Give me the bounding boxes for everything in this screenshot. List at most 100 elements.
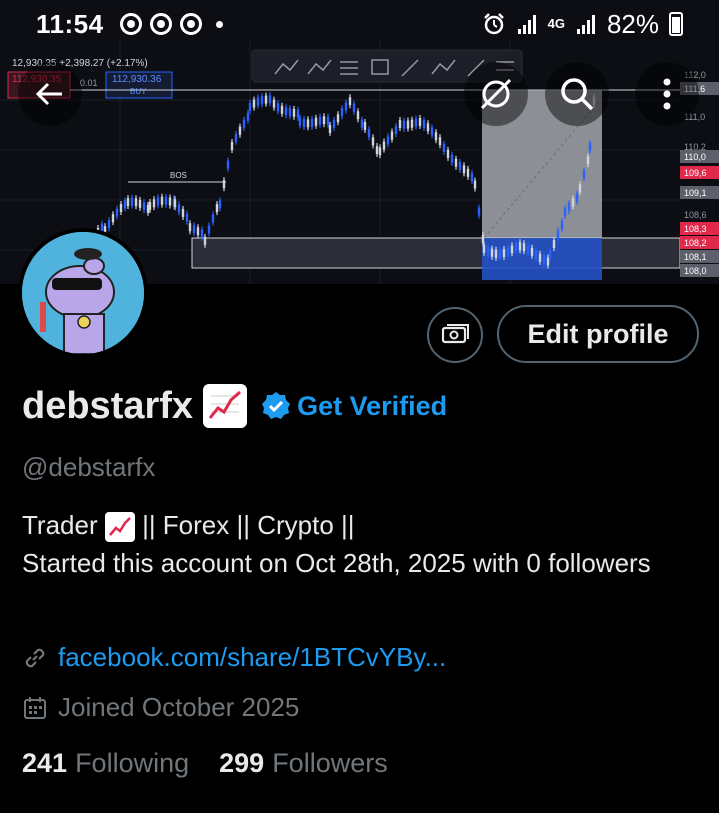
candle-body	[238, 126, 242, 135]
candle-body	[486, 246, 490, 255]
link-icon	[25, 648, 45, 667]
candle-body	[375, 146, 379, 155]
buy-label-text: BUY	[130, 87, 147, 96]
candle-body	[344, 102, 348, 111]
more-options-button[interactable]	[635, 62, 699, 126]
following-link[interactable]: 241 Following	[22, 748, 189, 779]
avatar[interactable]	[18, 228, 148, 358]
candle-body	[502, 249, 506, 258]
candle-body	[264, 95, 268, 104]
axis-tick-label: 109,6	[684, 168, 707, 178]
candle-body	[211, 214, 215, 223]
candle-body	[234, 133, 238, 142]
candle-body	[173, 199, 177, 208]
signal-icon	[576, 15, 595, 34]
get-verified-link[interactable]: Get Verified	[261, 391, 447, 422]
candle-body	[494, 249, 498, 258]
candle-body	[378, 147, 382, 156]
candle-body	[390, 131, 394, 140]
candle-body	[398, 119, 402, 128]
user-handle: @debstarfx	[22, 452, 156, 482]
candle-body	[567, 203, 571, 212]
candle-body	[542, 256, 546, 265]
candle-body	[458, 162, 462, 171]
candle-body	[348, 97, 352, 106]
candle-body	[314, 117, 318, 126]
follow-stats: 241 Following 299 Followers	[22, 748, 388, 779]
joined-row: Joined October 2025	[22, 692, 299, 723]
website-link[interactable]: facebook.com/share/1BTCvYBy...	[58, 642, 446, 673]
candle-body	[256, 97, 260, 106]
money-icon	[441, 324, 469, 344]
candle-body	[292, 108, 296, 117]
candle-body	[442, 143, 446, 152]
candle-body	[560, 220, 564, 229]
candle-body	[242, 119, 246, 128]
tip-button[interactable]	[427, 307, 483, 363]
candle-body	[226, 160, 230, 169]
bos-label: BOS	[170, 171, 187, 180]
candle-body	[410, 119, 414, 128]
bio: Trader || Forex || Crypto || Started thi…	[22, 506, 682, 582]
candle-body	[371, 137, 375, 146]
edit-profile-button[interactable]: Edit profile	[497, 305, 699, 363]
candle-body	[482, 244, 486, 253]
candle-body	[276, 103, 280, 112]
candle-body	[326, 116, 330, 125]
chrome-notification-icon	[149, 13, 172, 35]
spread-text: 0.01	[80, 78, 98, 88]
candle-body	[340, 108, 344, 117]
candle-body	[462, 165, 466, 174]
candle-body	[386, 136, 390, 145]
candle-body	[430, 127, 434, 136]
candle-body	[156, 197, 160, 206]
candle-body	[203, 236, 207, 245]
candle-body	[418, 117, 422, 126]
following-label: Following	[75, 748, 190, 778]
back-button[interactable]	[18, 62, 82, 126]
candle-body	[302, 118, 306, 127]
chart-emoji-icon	[203, 384, 248, 428]
candle-body	[473, 180, 477, 189]
candle-body	[123, 200, 127, 209]
candle-body	[522, 243, 526, 252]
network-type: 4G	[547, 16, 565, 31]
candle-body	[434, 132, 438, 141]
candle-body	[363, 122, 367, 131]
candle-body	[506, 247, 510, 256]
buy-price-text: 112,930.36	[112, 74, 162, 85]
candle-body	[526, 245, 530, 254]
candle-body	[514, 243, 518, 252]
chrome-notification-icon	[119, 13, 142, 35]
following-count: 241	[22, 748, 68, 778]
chrome-notification-icon	[179, 13, 202, 35]
candle-body	[382, 141, 386, 150]
candle-body	[126, 198, 130, 207]
candle-body	[322, 116, 326, 125]
candle-body	[181, 209, 185, 218]
candle-body	[107, 220, 111, 229]
candle-body	[538, 253, 542, 262]
candle-body	[406, 120, 410, 129]
website-row[interactable]: facebook.com/share/1BTCvYBy...	[22, 642, 446, 673]
candle-body	[310, 118, 314, 127]
back-arrow-icon	[35, 82, 62, 106]
candle-body	[518, 242, 522, 251]
grok-button[interactable]	[464, 62, 528, 126]
candle-body	[534, 250, 538, 259]
candle-body	[218, 200, 222, 209]
candle-body	[215, 204, 219, 213]
candle-body	[288, 108, 292, 117]
candle-body	[148, 201, 152, 210]
status-bar: 11:54 4G 82%	[0, 0, 719, 48]
candle-body	[252, 99, 256, 108]
candle-body	[222, 180, 226, 189]
candle-body	[188, 223, 192, 232]
joined-date: Joined October 2025	[58, 692, 300, 722]
followers-link[interactable]: 299 Followers	[219, 748, 388, 779]
search-button[interactable]	[545, 62, 609, 126]
candle-body	[548, 250, 552, 259]
axis-tick-label: 109,1	[684, 188, 707, 198]
battery-percent: 82%	[606, 8, 659, 39]
candle-body	[230, 142, 234, 151]
